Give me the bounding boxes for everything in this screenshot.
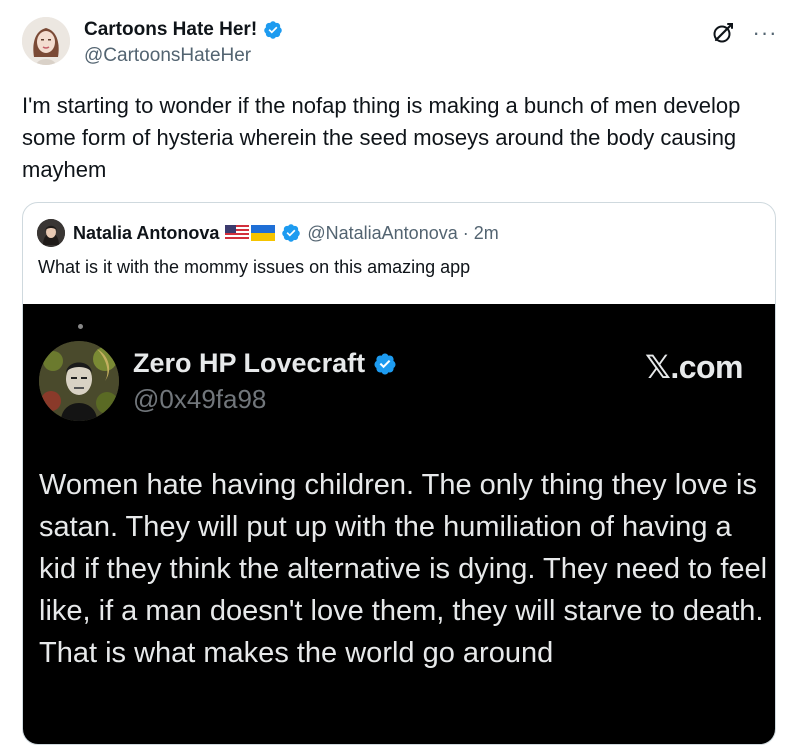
ukraine-flag-icon (251, 225, 276, 241)
media-post-text: Women hate having children. The only thi… (39, 469, 768, 669)
quoted-tweet-image[interactable]: Zero HP Lovecraft @0x49fa98 𝕏.com Women … (23, 304, 775, 744)
quoted-tweet-header: Natalia Antonova @NataliaAntonova · 2m (37, 217, 499, 249)
quoted-tweet-timestamp[interactable]: 2m (474, 223, 499, 244)
verified-badge-icon (264, 21, 282, 39)
author-display-name[interactable]: Cartoons Hate Her! (84, 19, 257, 41)
separator-dot: · (462, 222, 469, 243)
us-flag-icon (225, 225, 250, 241)
media-handle: @0x49fa98 (133, 384, 267, 414)
quoted-author-avatar[interactable] (37, 219, 65, 247)
grok-icon (713, 23, 733, 43)
woman-portrait-icon (22, 17, 70, 65)
quoted-tweet[interactable]: Natalia Antonova @NataliaAntonova · 2m W… (22, 202, 776, 745)
verified-badge-icon (374, 353, 396, 374)
media-display-name: Zero HP Lovecraft (133, 348, 366, 378)
x-com-watermark: 𝕏.com (645, 349, 743, 385)
quoted-tweet-text: What is it with the mommy issues on this… (38, 257, 471, 277)
tweet-text: I'm starting to wonder if the nofap thin… (22, 93, 741, 182)
tweet[interactable]: Cartoons Hate Her! @CartoonsHateHer ··· … (0, 0, 794, 752)
more-options-icon[interactable]: ··· (748, 16, 782, 50)
verified-badge-icon (282, 224, 301, 242)
quoted-author-handle[interactable]: @NataliaAntonova (307, 223, 457, 244)
author-avatar[interactable] (22, 17, 70, 65)
quoted-author-display-name[interactable]: Natalia Antonova (73, 223, 219, 244)
decorative-dot (78, 324, 83, 329)
media-author-avatar (39, 341, 119, 421)
grok-button[interactable] (706, 16, 740, 50)
author-handle[interactable]: @CartoonsHateHer (84, 45, 251, 67)
lovecraft-portrait-icon (39, 341, 119, 421)
person-avatar-icon (37, 219, 65, 247)
